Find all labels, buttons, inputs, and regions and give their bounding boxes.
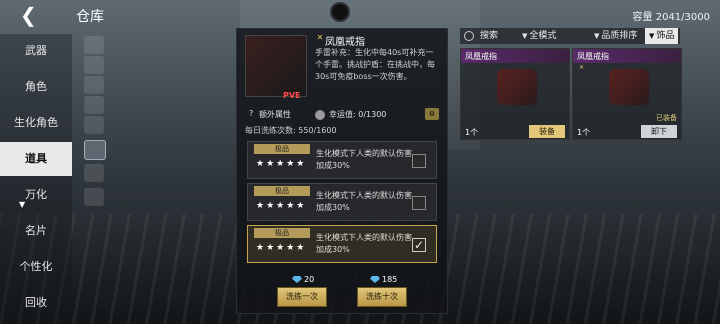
wash-count: 每日洗练次数: 550/1600 [245,126,337,135]
option-text: 生化模式下人类的默认伤害加成30% [316,191,412,212]
item-name: 凤凰戒指 [325,37,365,48]
luck-icon [315,110,325,120]
card-qty: 1个 [465,128,479,137]
nav-item-items[interactable]: 道具 [0,142,72,176]
search-icon[interactable] [464,31,474,41]
nav-item-characters[interactable]: 角色 [0,70,72,104]
item-description: 手雷补充：生化中每40s可补充一个手雷。挑战护盾：在挑战中，每30s可免疫bos… [315,48,435,81]
pve-badge: PVE [283,91,301,100]
equip-button[interactable]: 装备 [529,125,565,138]
expand-arrow-icon: ▼ [19,200,26,209]
accessory-icon[interactable] [84,140,106,160]
mode-dropdown[interactable]: ▼ 全模式 [522,28,556,44]
chevron-down-icon: ▼ [522,32,528,40]
back-chevron-icon[interactable]: ❮ [20,5,42,25]
option-tag: 极品 [254,228,310,238]
help-icon[interactable]: ? [249,109,253,118]
inventory-card-1[interactable]: 凤凰戒指 1个 装备 [460,48,570,140]
chevron-down-icon: ▼ [649,32,655,40]
diamond-icon [370,276,380,283]
attribute-row: ? 额外属性 幸运值: 0/1300 ⚙ [245,108,441,123]
item-detail-panel: PVE ✕ 凤凰戒指 手雷补充：生化中每40s可补充一个手雷。挑战护盾：在挑战中… [236,28,448,314]
item-icon-2[interactable] [84,76,104,94]
card-qty: 1个 [577,128,591,137]
equipped-tag: 已装备 [656,114,677,122]
wash-option-1[interactable]: 极品 ★★★★★ 生化模式下人类的默认伤害加成30% [247,141,437,179]
inventory-card-2[interactable]: 凤凰戒指 ✕ 已装备 1个 卸下 [572,48,682,140]
option-checkbox[interactable] [412,154,426,168]
card-name: 凤凰戒指 [465,52,497,61]
option-text: 生化模式下人类的默认伤害加成30% [316,233,412,254]
nav-item-recycle[interactable]: 回收 [0,286,72,320]
grade-icon: ✕ [316,33,324,42]
option-stars: ★★★★★ [256,159,307,169]
nav-item-weapons[interactable]: 武器 [0,34,72,68]
diamond-icon [292,276,302,283]
ring-image [609,69,649,105]
skin-icon[interactable] [84,164,104,182]
option-stars: ★★★★★ [256,201,307,211]
category-dropdown[interactable]: ▼ 饰品 [645,28,679,44]
top-bar: ❮ 仓库 容量 2041/3000 [0,0,720,30]
unequip-button[interactable]: 卸下 [641,125,677,138]
wash-once-button[interactable]: 洗练一次 [277,287,327,307]
wash-ten-button[interactable]: 洗练十次 [357,287,407,307]
wash-option-3[interactable]: 极品 ★★★★★ 生化模式下人类的默认伤害加成30% ✓ [247,225,437,263]
camera-notch [330,2,350,22]
left-nav: 武器 角色 生化角色 道具 万化 ▼ 名片 个性化 回收 [0,34,72,324]
extra-attr-label: 额外属性 [259,110,291,119]
option-text: 生化模式下人类的默认伤害加成30% [316,149,412,170]
item-icon-3[interactable] [84,96,104,114]
grenade-icon[interactable] [84,36,104,54]
quality-dropdown[interactable]: ▼ 品质排序 [594,28,637,44]
option-tag: 极品 [254,144,310,154]
chevron-down-icon: ▼ [594,32,600,40]
option-checkbox[interactable] [412,196,426,210]
ring-image [497,69,537,105]
option-tag: 极品 [254,186,310,196]
pack-icon[interactable] [84,188,104,206]
capacity-text: 容量 2041/3000 [632,12,710,23]
wash-option-2[interactable]: 极品 ★★★★★ 生化模式下人类的默认伤害加成30% [247,183,437,221]
luck-tool-icon[interactable]: ⚙ [425,108,439,120]
card-name: 凤凰戒指 [577,52,609,61]
page-title: 仓库 [76,9,104,25]
filter-bar: 搜索 ▼ 全模式 ▼ 品质排序 ▼ 饰品 [460,28,680,44]
item-image [245,35,307,97]
option-stars: ★★★★★ [256,243,307,253]
search-label[interactable]: 搜索 [480,28,498,44]
nav-item-cards[interactable]: 名片 [0,214,72,248]
cost-ten: 185 [370,275,397,284]
cost-once: 20 [292,275,314,284]
nav-item-personalize[interactable]: 个性化 [0,250,72,284]
nav-item-bio-characters[interactable]: 生化角色 [0,106,72,140]
nav-item-wanhua[interactable]: 万化 [0,178,72,212]
option-checkbox-checked[interactable]: ✓ [412,238,426,252]
item-icon-1[interactable] [84,56,104,74]
grade-icon: ✕ [579,64,585,71]
luck-value: 幸运值: 0/1300 [329,110,387,119]
ring-icon[interactable] [84,116,104,134]
